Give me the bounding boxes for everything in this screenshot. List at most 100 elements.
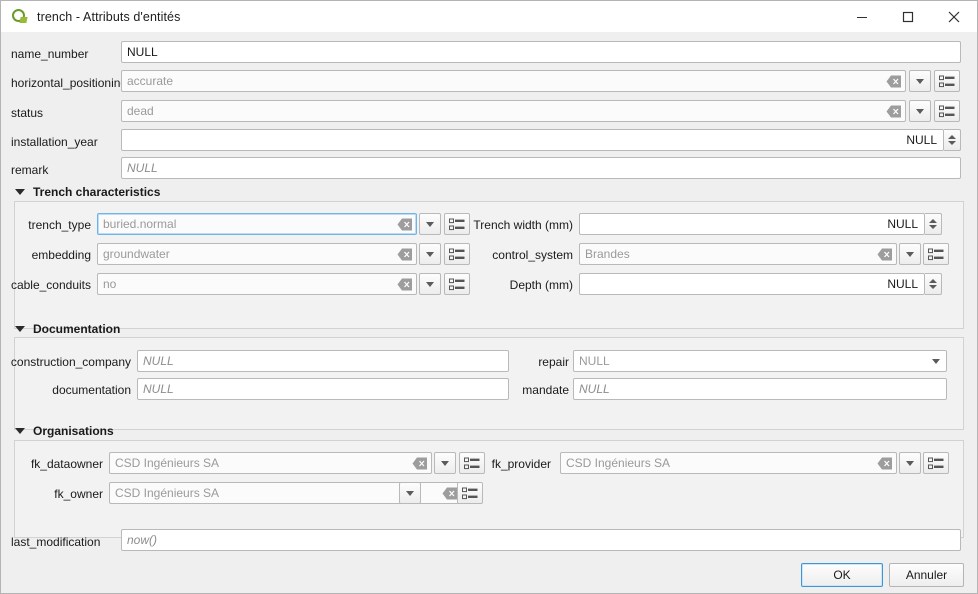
embedding-combo[interactable]: groundwater [97,243,417,265]
last-modification-value: now() [127,533,158,547]
window-title: trench - Attributs d'entités [37,9,181,24]
collapse-arrow-icon[interactable] [15,428,25,434]
fk-dataowner-value: CSD Ingénieurs SA [115,456,220,470]
qgis-logo-icon [12,8,28,25]
remark-value: NULL [127,161,158,175]
horizontal-positioning-combo[interactable]: accurate [121,70,906,92]
repair-dropdown-button[interactable] [926,351,946,371]
spinner-up-icon[interactable] [948,135,956,139]
horizontal-positioning-value: accurate [127,74,174,88]
cancel-button[interactable]: Annuler [889,563,964,587]
section-header-organisations[interactable]: Organisations [15,424,114,438]
mandate-value: NULL [579,382,610,396]
depth-spinner[interactable] [925,273,942,295]
section-header-trench[interactable]: Trench characteristics [15,185,160,199]
chevron-down-icon [932,358,940,364]
label-fk-dataowner: fk_dataowner [30,457,103,471]
trench-type-dropdown-button[interactable] [419,213,441,235]
chevron-down-icon [906,460,914,466]
clear-value-icon[interactable] [876,247,893,262]
repair-combo[interactable]: NULL [573,350,947,372]
status-dropdown-button[interactable] [909,100,931,122]
chevron-down-icon [916,108,924,114]
embedding-value: groundwater [103,247,170,261]
label-remark: remark [11,163,49,177]
spinner-down-icon[interactable] [929,285,937,289]
clear-value-icon[interactable] [441,486,458,501]
horizontal-positioning-dropdown-button[interactable] [909,70,931,92]
clear-value-icon[interactable] [876,456,893,471]
fk-owner-dropdown-button[interactable] [399,482,421,504]
fk-owner-open-form-button[interactable] [457,482,483,504]
clear-value-icon[interactable] [411,456,428,471]
depth-value: NULL [887,277,918,291]
documentation-value: NULL [143,382,174,396]
depth-input[interactable]: NULL [579,273,925,295]
minimize-icon[interactable] [839,1,885,32]
fk-provider-dropdown-button[interactable] [899,452,921,474]
control-system-open-form-button[interactable] [923,243,949,265]
clear-value-icon[interactable] [396,247,413,262]
section-title-documentation: Documentation [33,322,121,336]
clear-value-icon[interactable] [885,104,902,119]
last-modification-input[interactable]: now() [121,529,961,551]
installation-year-spinner[interactable] [944,129,961,151]
fk-dataowner-combo[interactable]: CSD Ingénieurs SA [109,452,432,474]
section-title-trench: Trench characteristics [33,185,161,199]
installation-year-input[interactable]: NULL [121,129,944,151]
chevron-down-icon [426,221,434,227]
collapse-arrow-icon[interactable] [15,326,25,332]
status-combo[interactable]: dead [121,100,906,122]
chevron-down-icon [916,78,924,84]
remark-input[interactable]: NULL [121,157,961,179]
maximize-icon[interactable] [885,1,931,32]
label-trench-type: trench_type [28,218,91,232]
chevron-down-icon [426,281,434,287]
status-open-form-button[interactable] [934,100,960,122]
label-embedding: embedding [31,248,91,262]
cable-conduits-combo[interactable]: no [97,273,417,295]
window-controls [839,1,977,32]
ok-button[interactable]: OK [801,563,883,587]
cable-conduits-dropdown-button[interactable] [419,273,441,295]
control-system-combo[interactable]: Brandes [579,243,897,265]
label-horizontal-positioning: horizontal_positioning [11,76,128,90]
control-system-dropdown-button[interactable] [899,243,921,265]
construction-company-value: NULL [143,354,174,368]
open-form-icon [928,248,944,260]
fk-provider-combo[interactable]: CSD Ingénieurs SA [560,452,897,474]
close-icon[interactable] [931,1,977,32]
spinner-down-icon[interactable] [948,141,956,145]
section-header-documentation[interactable]: Documentation [15,322,120,336]
clear-value-icon[interactable] [396,217,413,232]
fk-provider-open-form-button[interactable] [923,452,949,474]
trench-width-input[interactable]: NULL [579,213,925,235]
spinner-up-icon[interactable] [929,279,937,283]
open-form-icon [928,457,944,469]
horizontal-positioning-open-form-button[interactable] [934,70,960,92]
embedding-dropdown-button[interactable] [419,243,441,265]
label-trench-width: Trench width (mm) [473,218,573,232]
installation-year-value: NULL [906,133,937,147]
name-number-input[interactable]: NULL [121,41,961,63]
mandate-input[interactable]: NULL [573,378,947,400]
label-mandate: mandate [522,383,569,397]
name-number-value: NULL [127,45,158,59]
trench-width-spinner[interactable] [925,213,942,235]
collapse-arrow-icon[interactable] [15,189,25,195]
form-body: name_number NULL horizontal_positioning … [1,32,977,593]
clear-value-icon[interactable] [885,74,902,89]
section-title-organisations: Organisations [33,424,114,438]
spinner-down-icon[interactable] [929,225,937,229]
label-repair: repair [538,355,569,369]
open-form-icon [939,105,955,117]
fk-provider-value: CSD Ingénieurs SA [566,456,671,470]
trench-type-combo[interactable]: buried.normal [97,213,417,235]
spinner-up-icon[interactable] [929,219,937,223]
chevron-down-icon [426,251,434,257]
clear-value-icon[interactable] [396,277,413,292]
label-control-system: control_system [492,248,573,262]
label-fk-provider: fk_provider [491,457,551,471]
label-last-modification: last_modification [11,535,101,549]
chevron-down-icon [406,490,414,496]
